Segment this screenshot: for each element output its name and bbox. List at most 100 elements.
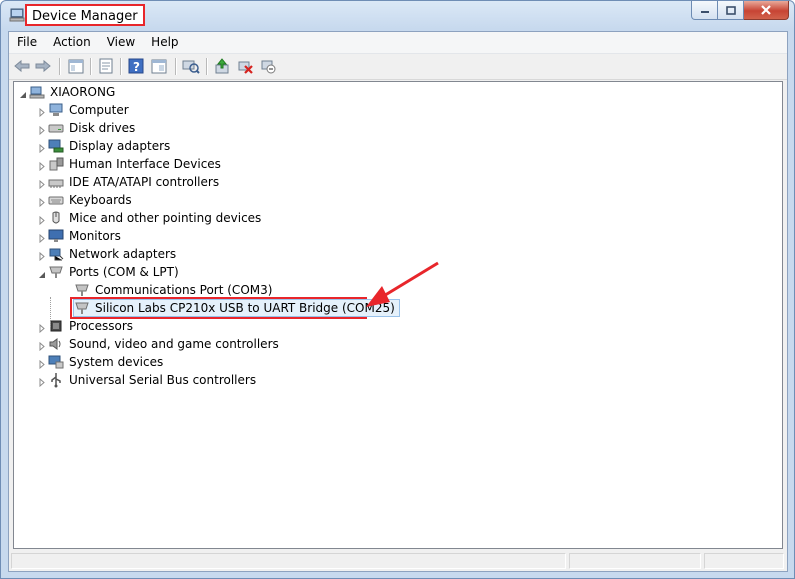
tree-category-label: Monitors	[69, 229, 121, 243]
tree-device-label: Communications Port (COM3)	[95, 283, 273, 297]
expand-triangle-icon[interactable]	[37, 322, 46, 333]
tree-category[interactable]: Ports (COM & LPT)	[37, 263, 181, 281]
mouse-icon	[52, 211, 60, 224]
usb-icon	[51, 373, 61, 388]
uninstall-icon[interactable]	[235, 57, 255, 75]
tree-category[interactable]: Monitors	[37, 227, 123, 245]
maximize-icon	[725, 5, 736, 15]
system-devices-icon	[48, 355, 64, 369]
tree-category[interactable]: Computer	[37, 101, 131, 119]
selection-background: Silicon Labs CP210x USB to UART Bridge (…	[73, 299, 400, 317]
menu-action[interactable]: Action	[45, 32, 99, 53]
tree-category[interactable]: Display adapters	[37, 137, 172, 155]
view-icon[interactable]	[149, 57, 169, 75]
forward-arrow-icon[interactable]	[33, 57, 53, 75]
maximize-button[interactable]	[718, 1, 744, 20]
tree-category[interactable]: System devices	[37, 353, 165, 371]
annotation-arrow-icon	[366, 261, 439, 307]
window-title-highlight: Device Manager	[25, 4, 145, 26]
svg-text:?: ?	[133, 60, 140, 74]
tree-category-label: Sound, video and game controllers	[69, 337, 279, 351]
close-icon	[761, 5, 771, 15]
tree-connector-line	[50, 297, 51, 327]
tree-category[interactable]: Disk drives	[37, 119, 137, 137]
tree-category-label: Display adapters	[69, 139, 171, 153]
ide-controller-icon	[48, 179, 64, 188]
tree-category-label: Mice and other pointing devices	[69, 211, 262, 225]
computer-icon	[49, 103, 63, 116]
tree-root[interactable]: XIAORONG	[18, 83, 117, 101]
back-arrow-icon[interactable]	[12, 57, 32, 75]
tree-category[interactable]: Processors	[37, 317, 135, 335]
window-title: Device Manager	[32, 9, 138, 24]
tree-category-label: Ports (COM & LPT)	[69, 265, 179, 279]
collapse-triangle-icon[interactable]	[37, 268, 46, 278]
expand-triangle-icon[interactable]	[37, 214, 46, 225]
tree-category-label: IDE ATA/ATAPI controllers	[69, 175, 220, 189]
expand-triangle-icon[interactable]	[37, 124, 46, 135]
tree-category[interactable]: Mice and other pointing devices	[37, 209, 263, 227]
properties-icon[interactable]	[96, 57, 116, 75]
tree-category[interactable]: Network adapters	[37, 245, 178, 263]
tree-category[interactable]: Human Interface Devices	[37, 155, 223, 173]
tree-category-label: Keyboards	[69, 193, 132, 207]
close-button[interactable]	[744, 1, 789, 20]
tree-category-label: Network adapters	[69, 247, 177, 261]
port-icon	[75, 284, 89, 296]
collapse-triangle-icon[interactable]	[18, 88, 27, 98]
show-hide-tree-icon[interactable]	[66, 57, 86, 75]
expand-triangle-icon[interactable]	[37, 376, 46, 387]
tree-root-label: XIAORONG	[50, 85, 116, 99]
toolbar: ?	[9, 54, 787, 80]
menu-help[interactable]: Help	[143, 32, 186, 53]
tree-device-selected[interactable]: Silicon Labs CP210x USB to UART Bridge (…	[73, 299, 400, 317]
expand-triangle-icon[interactable]	[37, 178, 46, 189]
display-adapter-icon	[48, 139, 64, 153]
minimize-icon	[700, 11, 709, 13]
menu-view[interactable]: View	[99, 32, 143, 53]
tree-category-label: Processors	[69, 319, 134, 333]
toolbar-separator	[59, 58, 60, 75]
expand-triangle-icon[interactable]	[37, 340, 46, 351]
expand-triangle-icon[interactable]	[37, 106, 46, 117]
status-bar	[9, 551, 787, 571]
disk-drive-icon	[48, 124, 64, 133]
expand-triangle-icon[interactable]	[37, 142, 46, 153]
expand-triangle-icon[interactable]	[37, 160, 46, 171]
expand-triangle-icon[interactable]	[37, 196, 46, 207]
network-adapter-icon	[49, 248, 64, 261]
tree-category-label: Disk drives	[69, 121, 136, 135]
minimize-button[interactable]	[691, 1, 718, 20]
menu-file[interactable]: File	[9, 32, 45, 53]
status-section-main	[11, 553, 566, 569]
expand-triangle-icon[interactable]	[37, 358, 46, 369]
hid-icon	[49, 157, 64, 171]
expand-triangle-icon[interactable]	[37, 232, 46, 243]
menu-bar: File Action View Help	[9, 32, 787, 54]
toolbar-separator	[206, 58, 207, 75]
monitor-icon	[48, 229, 64, 242]
help-icon[interactable]: ?	[126, 57, 146, 75]
tree-category-label: System devices	[69, 355, 164, 369]
tree-category[interactable]: Keyboards	[37, 191, 134, 209]
disable-device-icon[interactable]	[258, 57, 278, 75]
port-icon	[49, 266, 63, 278]
port-icon	[75, 302, 89, 314]
expand-triangle-icon[interactable]	[37, 250, 46, 261]
device-manager-app-icon	[9, 8, 25, 22]
title-bar[interactable]: Device Manager	[1, 1, 794, 31]
tree-category[interactable]: Universal Serial Bus controllers	[37, 371, 258, 389]
toolbar-separator	[120, 58, 121, 75]
tree-category-label: Human Interface Devices	[69, 157, 221, 171]
scan-hardware-icon[interactable]	[181, 57, 201, 75]
toolbar-separator	[90, 58, 91, 75]
tree-device-label: Silicon Labs CP210x USB to UART Bridge (…	[95, 301, 395, 315]
caption-buttons	[691, 1, 789, 21]
root-computer-icon	[29, 86, 45, 99]
tree-category-label: Universal Serial Bus controllers	[69, 373, 257, 387]
status-section-right	[704, 553, 784, 569]
tree-category[interactable]: IDE ATA/ATAPI controllers	[37, 173, 221, 191]
tree-category[interactable]: Sound, video and game controllers	[37, 335, 281, 353]
toolbar-separator	[175, 58, 176, 75]
update-driver-icon[interactable]	[212, 57, 232, 75]
